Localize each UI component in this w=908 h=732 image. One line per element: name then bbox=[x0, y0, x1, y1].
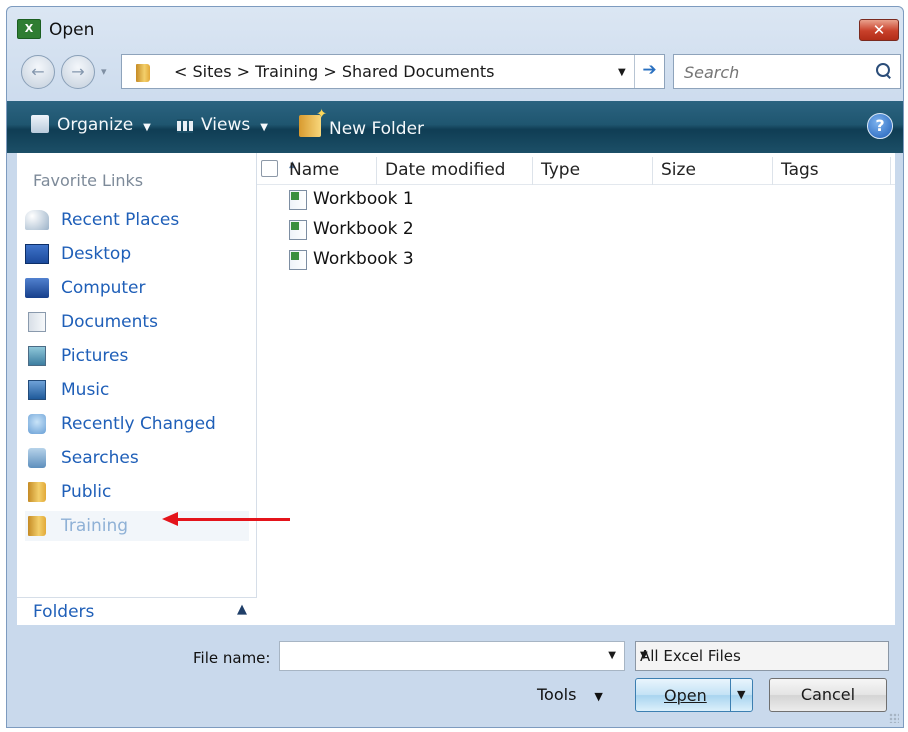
annotation-arrow-line bbox=[176, 518, 290, 521]
nav-item-documents[interactable]: Documents bbox=[25, 307, 249, 337]
tools-label: Tools bbox=[537, 685, 577, 704]
nav-item-label: Recent Places bbox=[61, 210, 180, 230]
search-box[interactable] bbox=[673, 54, 901, 89]
searches-icon bbox=[28, 448, 46, 468]
tools-menu[interactable]: Tools ▼ bbox=[537, 685, 603, 704]
open-label: Open bbox=[664, 686, 707, 705]
nav-item-label: Documents bbox=[61, 312, 158, 332]
folder-icon bbox=[134, 61, 152, 83]
desktop-icon bbox=[25, 244, 49, 264]
folder-icon bbox=[28, 482, 46, 502]
file-type-filter[interactable]: All Excel Files ▼ bbox=[635, 641, 889, 671]
back-button[interactable]: ← bbox=[21, 55, 55, 89]
nav-item-desktop[interactable]: Desktop bbox=[25, 239, 249, 269]
annotation-arrow-head bbox=[162, 512, 178, 526]
views-icon bbox=[177, 119, 193, 133]
search-input[interactable] bbox=[682, 61, 872, 83]
organize-icon bbox=[31, 115, 49, 133]
command-toolbar: Organize ▼ Views ▼ New Folder ? bbox=[7, 101, 903, 153]
column-size[interactable]: Size bbox=[653, 157, 773, 185]
search-icon[interactable] bbox=[876, 63, 892, 79]
nav-item-label: Music bbox=[61, 380, 110, 400]
file-name: Workbook 3 bbox=[313, 249, 414, 269]
nav-item-label: Training bbox=[61, 516, 129, 536]
nav-item-label: Computer bbox=[61, 278, 146, 298]
documents-icon bbox=[28, 312, 46, 332]
file-name-dropdown[interactable]: ▼ bbox=[608, 650, 616, 661]
file-name-field[interactable]: ▼ bbox=[279, 641, 625, 671]
column-date-modified[interactable]: Date modified bbox=[377, 157, 533, 185]
tools-caret: ▼ bbox=[594, 690, 603, 703]
open-options-dropdown[interactable]: ▼ bbox=[737, 688, 745, 701]
column-name-label: Name bbox=[289, 160, 340, 180]
nav-item-label: Searches bbox=[61, 448, 139, 468]
views-menu[interactable]: Views ▼ bbox=[177, 115, 268, 135]
nav-item-searches[interactable]: Searches bbox=[25, 443, 249, 473]
column-tags[interactable]: Tags bbox=[773, 157, 891, 185]
nav-item-recent-places[interactable]: Recent Places bbox=[25, 205, 249, 235]
new-folder-button[interactable]: New Folder bbox=[299, 107, 425, 139]
column-type-label: Type bbox=[541, 160, 581, 180]
resize-grip[interactable] bbox=[889, 713, 899, 723]
column-size-label: Size bbox=[661, 160, 696, 180]
nav-item-label: Recently Changed bbox=[61, 414, 216, 434]
chevron-up-icon: ▲ bbox=[237, 602, 247, 617]
file-name: Workbook 2 bbox=[313, 219, 414, 239]
column-name[interactable]: ▲ Name bbox=[281, 157, 377, 185]
organize-label: Organize bbox=[57, 115, 134, 135]
help-button[interactable]: ? bbox=[867, 113, 893, 139]
open-dialog: X Open ✕ ← → ▾ < Sites > Training > Shar… bbox=[6, 6, 904, 728]
recent-pages-dropdown[interactable]: ▾ bbox=[101, 65, 107, 78]
organize-caret: ▼ bbox=[143, 122, 151, 133]
music-icon bbox=[28, 380, 46, 400]
nav-item-public[interactable]: Public bbox=[25, 477, 249, 507]
open-button[interactable]: Open ▼ bbox=[635, 678, 753, 712]
nav-item-music[interactable]: Music bbox=[25, 375, 249, 405]
close-button[interactable]: ✕ bbox=[859, 19, 899, 41]
column-type[interactable]: Type bbox=[533, 157, 653, 185]
nav-item-label: Pictures bbox=[61, 346, 129, 366]
recently-changed-icon bbox=[28, 414, 46, 434]
divider bbox=[730, 679, 731, 711]
file-name-label: File name: bbox=[193, 649, 271, 667]
chevron-down-icon: ▼ bbox=[640, 650, 648, 661]
nav-item-label: Public bbox=[61, 482, 112, 502]
file-list: ▲ Name Date modified Type Size Tags Work… bbox=[257, 153, 895, 625]
address-path[interactable]: < Sites > Training > Shared Documents bbox=[174, 62, 494, 81]
computer-icon bbox=[25, 278, 49, 298]
address-bar[interactable]: < Sites > Training > Shared Documents ▼ … bbox=[121, 54, 665, 89]
column-header-row: ▲ Name Date modified Type Size Tags bbox=[257, 153, 895, 185]
forward-button[interactable]: → bbox=[61, 55, 95, 89]
folders-toggle[interactable]: Folders ▲ bbox=[17, 597, 257, 625]
excel-icon: X bbox=[17, 19, 41, 39]
folder-icon bbox=[28, 516, 46, 536]
nav-item-pictures[interactable]: Pictures bbox=[25, 341, 249, 371]
nav-item-recently-changed[interactable]: Recently Changed bbox=[25, 409, 249, 439]
column-date-label: Date modified bbox=[385, 160, 506, 180]
go-button[interactable]: ➔ bbox=[634, 55, 664, 88]
navigation-pane: Favorite Links Recent Places Desktop Com… bbox=[17, 153, 257, 625]
file-name: Workbook 1 bbox=[313, 189, 414, 209]
favorite-links-header: Favorite Links bbox=[33, 171, 144, 190]
nav-item-computer[interactable]: Computer bbox=[25, 273, 249, 303]
column-tags-label: Tags bbox=[781, 160, 819, 180]
excel-file-icon bbox=[289, 220, 307, 240]
address-dropdown[interactable]: ▼ bbox=[618, 67, 626, 78]
select-all-checkbox[interactable] bbox=[261, 160, 278, 177]
pictures-icon bbox=[28, 346, 46, 366]
organize-menu[interactable]: Organize ▼ bbox=[31, 115, 151, 135]
title-bar[interactable]: X Open ✕ bbox=[7, 7, 903, 47]
cancel-button[interactable]: Cancel bbox=[769, 678, 887, 712]
nav-item-training[interactable]: Training bbox=[25, 511, 249, 541]
views-label: Views bbox=[201, 115, 251, 135]
nav-item-label: Desktop bbox=[61, 244, 132, 264]
views-caret: ▼ bbox=[260, 122, 268, 133]
recent-places-icon bbox=[25, 210, 49, 230]
folders-label: Folders bbox=[33, 602, 95, 622]
excel-file-icon bbox=[289, 190, 307, 210]
dialog-title: Open bbox=[49, 20, 95, 40]
excel-file-icon bbox=[289, 250, 307, 270]
new-folder-label: New Folder bbox=[329, 119, 425, 139]
new-folder-icon bbox=[299, 107, 327, 137]
